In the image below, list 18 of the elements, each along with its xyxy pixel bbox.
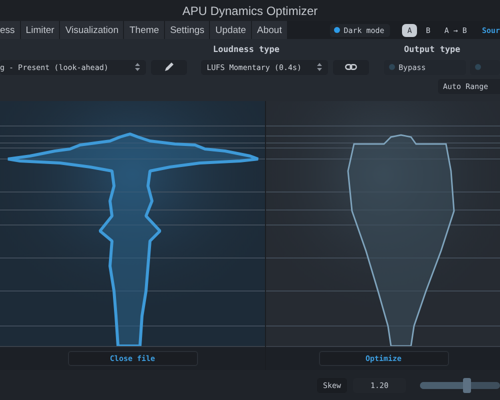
tab[interactable]: Visualization	[60, 21, 124, 39]
slider-handle[interactable]	[463, 378, 471, 392]
tab[interactable]: Settings	[165, 21, 210, 39]
tab[interactable]: Limiter	[20, 21, 60, 39]
link-icon	[344, 64, 357, 70]
pencil-icon	[164, 62, 174, 72]
tab[interactable]: Theme	[124, 21, 164, 39]
updown-icon	[316, 63, 322, 71]
window-title: APU Dynamics Optimizer	[182, 4, 318, 18]
updown-icon	[134, 63, 140, 71]
output-type-label: Output type	[404, 45, 460, 55]
radio-icon	[475, 64, 481, 70]
edit-button[interactable]	[150, 60, 187, 74]
tab[interactable]: ess	[0, 21, 20, 39]
tab[interactable]: About	[252, 21, 287, 39]
tab[interactable]: Update	[210, 21, 252, 39]
loudness-type-label: Loudness type	[213, 45, 280, 55]
link-button[interactable]	[332, 60, 369, 74]
